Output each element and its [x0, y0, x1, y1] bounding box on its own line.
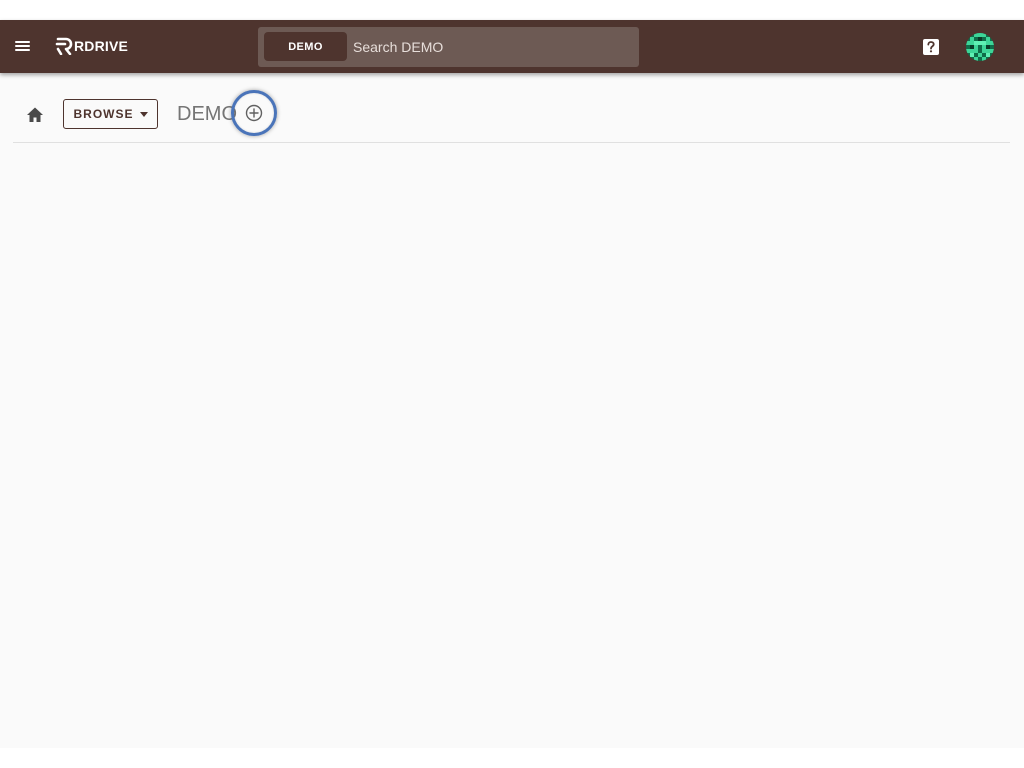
caret-down-icon [139, 111, 148, 117]
top-spacer [0, 0, 1024, 20]
rdrive-logo-icon [55, 37, 73, 55]
browse-dropdown-button[interactable]: BROWSE [63, 99, 158, 129]
folder-toolbar: BROWSE DEMO [13, 73, 1010, 143]
app-logo-text: RDRIVE [74, 38, 129, 54]
user-avatar[interactable] [966, 33, 994, 61]
app-bar: RDRIVE DEMO [0, 20, 1024, 73]
browse-button-label: BROWSE [73, 107, 134, 121]
help-icon[interactable] [922, 38, 940, 56]
main-content: BROWSE DEMO [0, 73, 1024, 748]
page-title: DEMO [177, 103, 237, 125]
hamburger-menu-icon[interactable] [13, 36, 33, 56]
search-scope-button[interactable]: DEMO [264, 32, 347, 61]
app-logo[interactable]: RDRIVE [55, 36, 128, 56]
home-icon[interactable] [25, 105, 45, 125]
bottom-spacer [0, 748, 1024, 768]
search-input[interactable] [353, 32, 629, 61]
add-circle-icon [245, 104, 263, 122]
add-button[interactable] [231, 90, 277, 136]
search-bar: DEMO [258, 27, 639, 67]
identicon-avatar [966, 33, 994, 61]
